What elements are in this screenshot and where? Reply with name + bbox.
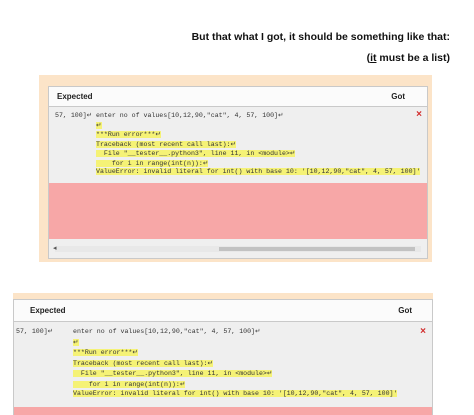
failure-highlight-row: [14, 407, 432, 415]
scrollbar-thumb[interactable]: [219, 247, 415, 251]
expected-cell: 57, 100]↵: [55, 112, 93, 119]
line2-suffix: must be a list): [376, 52, 450, 64]
result-table-1: Expected Got 57, 100]↵ enter no of value…: [48, 86, 428, 259]
table-header-2: Expected Got: [14, 300, 432, 322]
failure-highlight-row: [49, 183, 427, 239]
got-line: enter no of values[10,12,90,"cat", 4, 57…: [73, 328, 261, 335]
got-line: Traceback (most recent call last):↵: [73, 359, 214, 367]
got-line: ↵: [96, 121, 102, 129]
got-line: Traceback (most recent call last):↵: [96, 140, 237, 148]
got-cell: enter no of values[10,12,90,"cat", 4, 57…: [96, 111, 421, 178]
got-column-header: Got: [398, 306, 412, 315]
result-table-2: Expected Got 57, 100]↵ enter no of value…: [13, 299, 433, 415]
close-icon: ×: [416, 109, 422, 120]
table-header-1: Expected Got: [49, 87, 427, 107]
got-line: ValueError: invalid literal for int() wi…: [73, 390, 398, 397]
got-line: File "__tester__.python3", line 11, in <…: [96, 150, 296, 157]
expected-cell: 57, 100]↵: [16, 328, 54, 335]
expected-column-header: Expected: [30, 306, 66, 315]
result-panel-1: Expected Got 57, 100]↵ enter no of value…: [39, 75, 432, 262]
got-line: enter no of values[10,12,90,"cat", 4, 57…: [96, 112, 284, 119]
got-line: ValueError: invalid literal for int() wi…: [96, 168, 421, 175]
got-column-header: Got: [391, 92, 405, 101]
got-line: ↵: [73, 338, 79, 346]
result-panel-2: Expected Got 57, 100]↵ enter no of value…: [13, 293, 433, 415]
comment-line-1: But that what I got, it should be someth…: [191, 31, 450, 43]
got-line: for i in range(int(n)):↵: [96, 159, 209, 167]
got-line: ***Run error***↵: [96, 131, 161, 138]
expected-column-header: Expected: [57, 92, 93, 101]
comment-line-2: (it must be a list): [367, 52, 450, 64]
horizontal-scrollbar[interactable]: ◂: [53, 244, 421, 252]
got-line: for i in range(int(n)):↵: [73, 380, 186, 388]
got-line: ***Run error***↵: [73, 349, 138, 356]
chevron-left-icon[interactable]: ◂: [53, 244, 57, 252]
got-line: File "__tester__.python3", line 11, in <…: [73, 370, 273, 377]
got-cell: enter no of values[10,12,90,"cat", 4, 57…: [73, 327, 398, 401]
close-icon: ×: [420, 326, 426, 337]
